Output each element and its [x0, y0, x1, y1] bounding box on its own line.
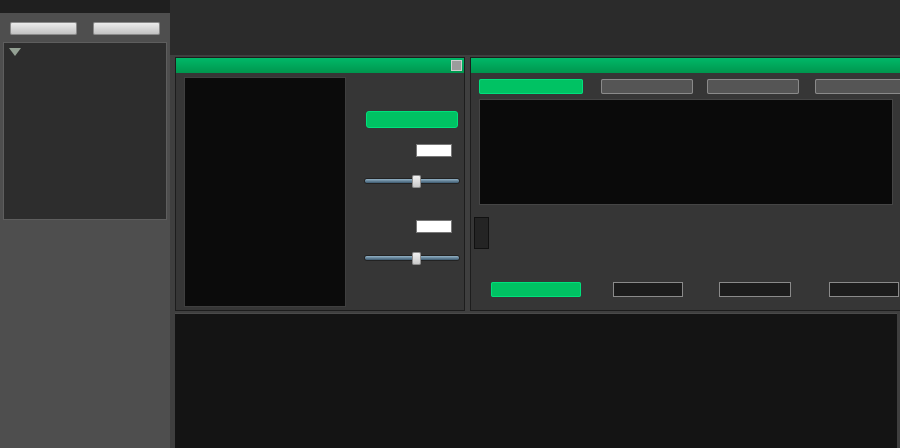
equalizer-panel	[470, 57, 900, 311]
gate-curve-graph[interactable]	[184, 77, 346, 307]
paste-button[interactable]	[815, 79, 900, 94]
dsp-control-app	[0, 0, 900, 448]
mixer-section	[175, 313, 897, 448]
slider-handle[interactable]	[412, 252, 421, 265]
device-tree[interactable]	[3, 42, 167, 220]
device-list-title	[0, 0, 170, 13]
q-field[interactable]	[829, 282, 899, 297]
filter-type-dropdown[interactable]	[613, 282, 683, 297]
start-gate-slider[interactable]	[364, 178, 460, 184]
slider-handle[interactable]	[412, 175, 421, 188]
release-gate-value-field[interactable]	[416, 220, 452, 233]
band-scroll-left-button[interactable]	[474, 217, 489, 249]
eq-on-button[interactable]	[491, 282, 581, 297]
noise-gate-enable-button[interactable]	[366, 111, 458, 128]
release-gate-slider[interactable]	[364, 255, 460, 261]
noise-gate-panel	[175, 57, 465, 311]
copy-button[interactable]	[707, 79, 799, 94]
device-list-panel	[0, 0, 170, 448]
freq-field[interactable]	[719, 282, 791, 297]
device-list-actions	[0, 13, 170, 35]
noise-gate-title-bar	[176, 58, 464, 73]
tree-expand-icon[interactable]	[9, 48, 21, 56]
bypass-all-button[interactable]	[601, 79, 693, 94]
start-gate-value-field[interactable]	[416, 144, 452, 157]
set-button[interactable]	[93, 22, 160, 35]
equalizer-title-bar	[471, 58, 900, 73]
show-control-point-button[interactable]	[479, 79, 583, 94]
close-icon[interactable]	[451, 60, 462, 71]
eq-frequency-axis	[479, 207, 893, 216]
processing-chain-toolbar	[170, 0, 900, 55]
scan-button[interactable]	[10, 22, 77, 35]
eq-curve-graph[interactable]	[479, 99, 893, 205]
